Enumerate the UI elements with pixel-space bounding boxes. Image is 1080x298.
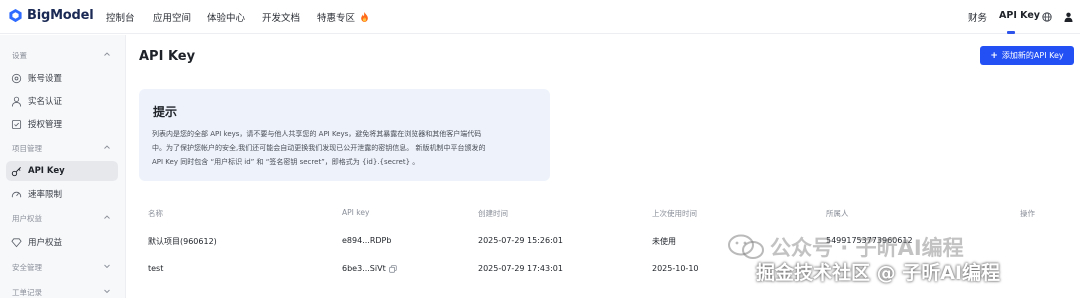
- nav-api-key[interactable]: API Key: [999, 10, 1040, 21]
- tip-line: 中。为了保护您帐户的安全,我们还可能会自动更换我们发现已公开泄露的密钥信息。 新…: [152, 144, 486, 152]
- column-header-api-key: API key: [342, 208, 370, 217]
- add-api-key-button[interactable]: + 添加新的API Key: [980, 46, 1074, 65]
- plus-icon: +: [990, 50, 998, 61]
- sidebar-item-label: 账号设置: [28, 74, 63, 84]
- sidebar-item-user-benefits[interactable]: 用户权益: [6, 232, 118, 252]
- cell-created: 2025-07-29 17:43:01: [478, 264, 563, 273]
- nav-dev-docs[interactable]: 开发文档: [262, 10, 300, 24]
- cell-last-used: 未使用: [652, 237, 676, 246]
- sidebar-item-api-key[interactable]: API Key: [6, 161, 118, 181]
- tip-body: 列表内是您的全部 API keys，请不要与他人共享您的 API Keys，避免…: [152, 127, 542, 169]
- cell-last-used: 2025-10-10: [652, 264, 699, 273]
- diamond-icon: [11, 237, 22, 247]
- account-icon[interactable]: [1064, 12, 1073, 22]
- nav-app-space[interactable]: 应用空间: [153, 10, 191, 24]
- key-icon: [11, 166, 21, 176]
- sidebar-item-label: 授权管理: [28, 120, 63, 130]
- bigmodel-logo-icon: [9, 8, 22, 23]
- logo-text: BigModel: [27, 8, 94, 23]
- cell-created: 2025-07-29 15:26:01: [478, 236, 563, 245]
- authorize-icon: [11, 119, 22, 129]
- tip-title: 提示: [153, 105, 178, 119]
- sidebar-section-project[interactable]: 项目管理: [12, 143, 42, 154]
- sidebar-item-label: 用户权益: [28, 238, 63, 248]
- copy-icon[interactable]: [389, 265, 397, 273]
- sidebar-section-settings[interactable]: 设置: [12, 50, 27, 61]
- column-header-actions: 操作: [1020, 209, 1035, 218]
- sidebar-item-authorization[interactable]: 授权管理: [6, 114, 118, 134]
- chevron-up-icon[interactable]: [103, 50, 111, 58]
- sidebar-item-label: API Key: [28, 166, 65, 176]
- chevron-down-icon[interactable]: [103, 287, 111, 295]
- nav-experience-center[interactable]: 体验中心: [207, 10, 245, 24]
- sidebar-section-benefits[interactable]: 用户权益: [12, 213, 42, 224]
- logo[interactable]: BigModel: [8, 8, 94, 23]
- gauge-icon: [11, 191, 22, 197]
- watermark-juejin: 掘金技术社区 @ 子昕AI编程: [756, 262, 1001, 284]
- column-header-created: 创建时间: [478, 209, 508, 218]
- user-icon: [11, 96, 22, 107]
- page-title: API Key: [139, 49, 196, 64]
- nav-deals[interactable]: 特惠专区: [317, 10, 369, 24]
- chevron-up-icon[interactable]: [103, 213, 111, 221]
- column-header-last-used: 上次使用时间: [652, 209, 697, 218]
- add-api-key-label: 添加新的API Key: [1001, 51, 1064, 60]
- cell-name: test: [148, 264, 164, 273]
- nav-deals-label: 特惠专区: [317, 13, 356, 24]
- fire-icon: [361, 12, 368, 22]
- tip-line: API Key 同时包含 “用户标识 id” 和 “签名密钥 secret”，即…: [152, 158, 420, 166]
- globe-icon[interactable]: [1042, 12, 1052, 22]
- sidebar: 设置 账号设置 实名认证 授权管理 项目管理 API Key 速率限制 用户权益…: [0, 35, 126, 298]
- cell-api-key: 6be3...SiVt: [342, 264, 386, 273]
- tip-line: 列表内是您的全部 API keys，请不要与他人共享您的 API Keys，避免…: [152, 130, 482, 138]
- sidebar-section-security[interactable]: 安全管理: [12, 262, 42, 273]
- sidebar-item-label: 实名认证: [28, 97, 63, 107]
- nav-console[interactable]: 控制台: [106, 10, 135, 24]
- sidebar-section-tickets[interactable]: 工单记录: [12, 287, 42, 298]
- nav-active-indicator: [1007, 31, 1015, 34]
- sidebar-item-label: 速率限制: [28, 190, 63, 200]
- nav-finance[interactable]: 财务: [968, 10, 987, 24]
- sidebar-item-real-name[interactable]: 实名认证: [6, 91, 118, 111]
- gear-icon: [11, 73, 22, 83]
- top-bar: BigModel 控制台 应用空间 体验中心 开发文档 特惠专区 财务 API …: [0, 0, 1080, 34]
- sidebar-item-rate-limit[interactable]: 速率限制: [6, 184, 118, 204]
- sidebar-item-account-settings[interactable]: 账号设置: [6, 68, 118, 88]
- column-header-owner: 所属人: [826, 209, 849, 218]
- cell-api-key: e894...RDPb: [342, 236, 392, 245]
- chevron-up-icon[interactable]: [103, 143, 111, 151]
- column-header-name: 名称: [148, 209, 163, 218]
- chevron-down-icon[interactable]: [103, 262, 111, 270]
- cell-name: 默认项目(960612): [148, 237, 217, 246]
- tip-box: 提示 列表内是您的全部 API keys，请不要与他人共享您的 API Keys…: [139, 89, 550, 181]
